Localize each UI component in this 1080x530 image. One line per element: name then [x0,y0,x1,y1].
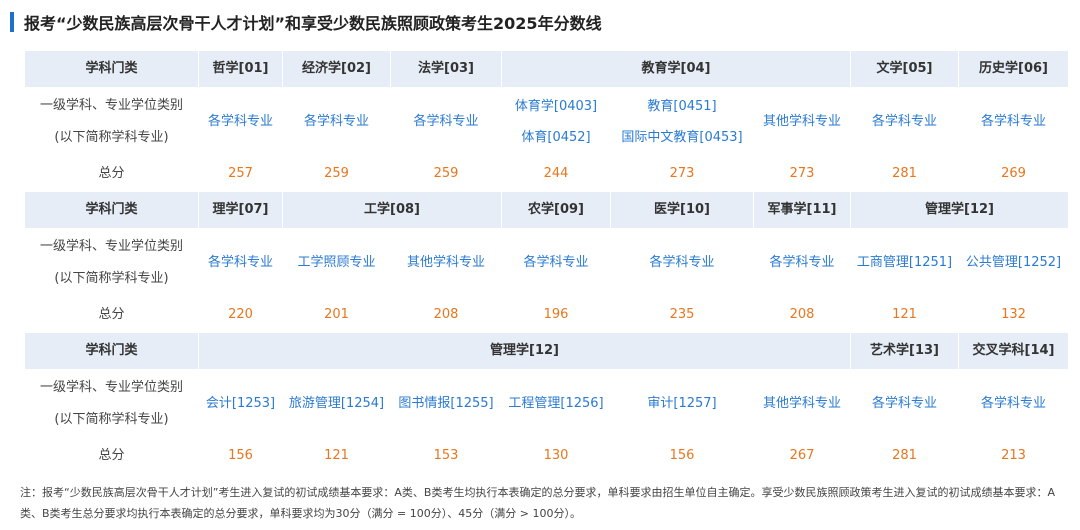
subject-link[interactable]: 工程管理[1256] [501,369,611,439]
subject-link[interactable]: 各学科专业 [850,87,959,157]
total-score: 257 [198,156,283,192]
total-score: 201 [282,297,391,333]
subject-link[interactable]: 旅游管理[1254] [282,369,391,439]
subject-link[interactable]: 各学科专业 [198,87,283,157]
subject-link[interactable]: 其他学科专业 [753,369,851,439]
total-score: 156 [198,438,283,474]
subject-link[interactable]: 各学科专业 [958,369,1069,439]
discipline-header: 历史学[06] [958,50,1069,88]
total-score: 267 [753,438,851,474]
total-score: 273 [610,156,754,192]
discipline-header: 医学[10] [610,191,754,229]
subject-link[interactable]: 教育[0451] 国际中文教育[0453] [610,87,754,157]
discipline-header: 哲学[01] [198,50,283,88]
total-score: 269 [958,156,1069,192]
total-score: 213 [958,438,1069,474]
total-score: 156 [610,438,754,474]
discipline-header: 文学[05] [850,50,959,88]
total-score: 208 [753,297,851,333]
total-score: 244 [501,156,611,192]
total-label: 总分 [24,438,199,474]
subject-link[interactable]: 会计[1253] [198,369,283,439]
subject-link[interactable]: 其他学科专业 [390,228,502,298]
subject-link[interactable]: 公共管理[1252] [958,228,1069,298]
section2-subject-row: 一级学科、专业学位类别 (以下简称学科专业) 各学科专业 工学照顾专业 其他学科专… [24,228,1069,298]
discipline-header: 交叉学科[14] [958,332,1069,370]
discipline-header: 经济学[02] [282,50,391,88]
subject-link[interactable]: 各学科专业 [282,87,391,157]
discipline-header: 农学[09] [501,191,611,229]
footnote: 注：报考“少数民族高层次骨干人才计划”考生进入复试的初试成绩基本要求：A类、B类… [20,486,1055,520]
subject-link[interactable]: 图书情报[1255] [390,369,502,439]
total-score: 208 [390,297,502,333]
header-label: 学科门类 [24,191,199,229]
subject-link[interactable]: 各学科专业 [753,228,851,298]
total-label: 总分 [24,297,199,333]
subject-link[interactable]: 各学科专业 [198,228,283,298]
title-text: 报考“少数民族高层次骨干人才计划”和享受少数民族照顾政策考生2025年分数线 [24,14,602,33]
subject-link[interactable]: 各学科专业 [390,87,502,157]
discipline-header: 工学[08] [282,191,502,229]
section2-total-row: 总分 220 201 208 196 235 208 121 132 [24,297,1069,333]
section2-header-row: 学科门类 理学[07] 工学[08] 农学[09] 医学[10] 军事学[11]… [24,191,1069,229]
subject-link[interactable]: 各学科专业 [610,228,754,298]
discipline-header: 法学[03] [390,50,502,88]
discipline-header: 管理学[12] [198,332,851,370]
total-score: 273 [753,156,851,192]
section3-total-row: 总分 156 121 153 130 156 267 281 213 [24,438,1069,474]
total-score: 281 [850,438,959,474]
subject-link[interactable]: 体育学[0403] 体育[0452] [501,87,611,157]
discipline-header: 理学[07] [198,191,283,229]
header-label: 学科门类 [24,332,199,370]
total-score: 121 [850,297,959,333]
discipline-header: 艺术学[13] [850,332,959,370]
subject-link[interactable]: 审计[1257] [610,369,754,439]
discipline-header: 管理学[12] [850,191,1069,229]
total-score: 259 [390,156,502,192]
subject-link[interactable]: 其他学科专业 [753,87,851,157]
header-label: 学科门类 [24,50,199,88]
total-score: 235 [610,297,754,333]
subject-link[interactable]: 各学科专业 [501,228,611,298]
section1-header-row: 学科门类 哲学[01] 经济学[02] 法学[03] 教育学[04] 文学[05… [24,50,1069,88]
total-score: 281 [850,156,959,192]
title-accent-bar [10,12,14,32]
section1-total-row: 总分 257 259 259 244 273 273 281 269 [24,156,1069,192]
total-score: 259 [282,156,391,192]
total-label: 总分 [24,156,199,192]
total-score: 121 [282,438,391,474]
subject-link[interactable]: 各学科专业 [958,87,1069,157]
discipline-header: 军事学[11] [753,191,851,229]
total-score: 220 [198,297,283,333]
subject-label: 一级学科、专业学位类别 (以下简称学科专业) [24,369,199,439]
total-score: 153 [390,438,502,474]
total-score: 196 [501,297,611,333]
section3-subject-row: 一级学科、专业学位类别 (以下简称学科专业) 会计[1253] 旅游管理[1254… [24,369,1069,439]
section3-header-row: 学科门类 管理学[12] 艺术学[13] 交叉学科[14] [24,332,1069,370]
subject-link[interactable]: 工学照顾专业 [282,228,391,298]
subject-link[interactable]: 各学科专业 [850,369,959,439]
score-table: 学科门类 哲学[01] 经济学[02] 法学[03] 教育学[04] 文学[05… [24,50,1069,474]
subject-label: 一级学科、专业学位类别 (以下简称学科专业) [24,228,199,298]
subject-label: 一级学科、专业学位类别 (以下简称学科专业) [24,87,199,157]
section1-subject-row: 一级学科、专业学位类别 (以下简称学科专业) 各学科专业 各学科专业 各学科专业 … [24,87,1069,157]
discipline-header: 教育学[04] [501,50,851,88]
total-score: 132 [958,297,1069,333]
subject-link[interactable]: 工商管理[1251] [850,228,959,298]
total-score: 130 [501,438,611,474]
page-title: 报考“少数民族高层次骨干人才计划”和享受少数民族照顾政策考生2025年分数线 [10,10,602,34]
